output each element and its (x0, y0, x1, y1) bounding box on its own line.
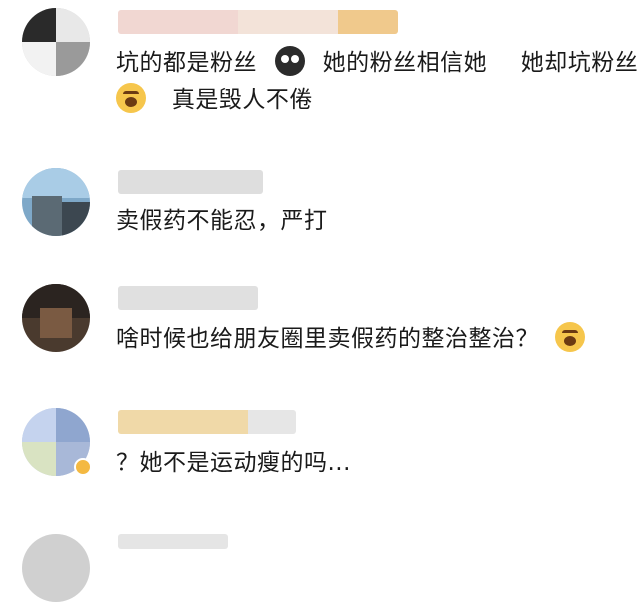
avatar[interactable] (22, 8, 90, 76)
crying-face-icon (274, 46, 305, 76)
comment-item: 啥时候也给朋友圈里卖假药的整治整治？ (0, 278, 640, 388)
surprised-face-icon (554, 322, 585, 352)
angry-face-icon (116, 83, 146, 113)
username-blurred[interactable] (118, 10, 398, 34)
avatar[interactable] (22, 168, 90, 236)
avatar[interactable] (22, 534, 90, 602)
comment-item: 卖假药不能忍，严打 (0, 160, 640, 270)
verified-badge-icon (74, 458, 92, 476)
comment-item-partial (0, 528, 640, 602)
comment-item: 坑的都是粉丝 她的粉丝相信她 她却坑粉丝 真是毁人不倦 (0, 0, 640, 140)
username-blurred[interactable] (118, 286, 258, 310)
comment-text: 坑的都是粉丝 她的粉丝相信她 她却坑粉丝 (116, 46, 638, 78)
comment-text: 啥时候也给朋友圈里卖假药的整治整治？ (116, 322, 585, 354)
comment-text: 卖假药不能忍，严打 (116, 208, 328, 234)
username-blurred[interactable] (118, 170, 263, 194)
comment-text-continued: 真是毁人不倦 (116, 83, 313, 115)
comment-item: ？她不是运动瘦的吗... (0, 396, 640, 506)
username-blurred[interactable] (118, 410, 296, 434)
avatar[interactable] (22, 284, 90, 352)
username-blurred[interactable] (118, 534, 228, 549)
comment-text: ？她不是运动瘦的吗... (116, 450, 351, 476)
